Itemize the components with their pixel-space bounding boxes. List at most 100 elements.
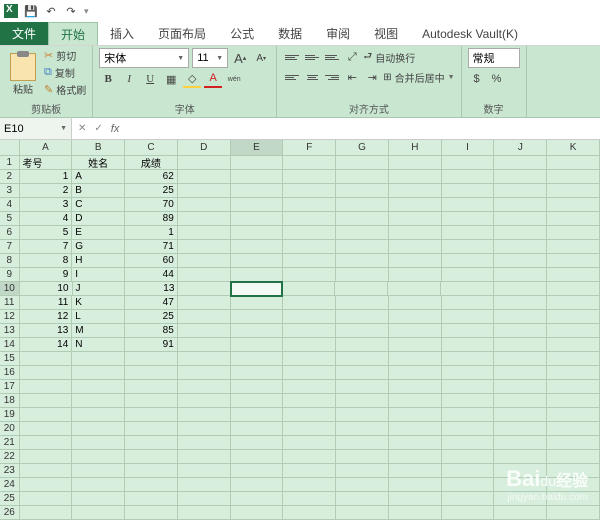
- cell-A21[interactable]: [20, 436, 73, 450]
- cell-F1[interactable]: [283, 156, 336, 170]
- cell-D18[interactable]: [178, 394, 231, 408]
- cell-B21[interactable]: [72, 436, 125, 450]
- cell-E15[interactable]: [231, 352, 284, 366]
- cell-D21[interactable]: [178, 436, 231, 450]
- cell-G20[interactable]: [336, 422, 389, 436]
- select-all-corner[interactable]: [0, 140, 20, 156]
- cell-I20[interactable]: [442, 422, 495, 436]
- cell-G22[interactable]: [336, 450, 389, 464]
- cell-K13[interactable]: [547, 324, 600, 338]
- cell-J17[interactable]: [494, 380, 547, 394]
- cell-E25[interactable]: [231, 492, 284, 506]
- cell-C1[interactable]: 成绩: [125, 156, 178, 170]
- cell-F5[interactable]: [283, 212, 336, 226]
- cell-B26[interactable]: [72, 506, 125, 520]
- col-header-K[interactable]: K: [547, 140, 600, 156]
- cell-H19[interactable]: [389, 408, 442, 422]
- cell-E18[interactable]: [231, 394, 284, 408]
- percent-format-button[interactable]: %: [488, 70, 506, 88]
- cell-F17[interactable]: [283, 380, 336, 394]
- cell-D5[interactable]: [178, 212, 231, 226]
- cell-D22[interactable]: [178, 450, 231, 464]
- cell-B2[interactable]: A: [72, 170, 125, 184]
- cell-I13[interactable]: [442, 324, 495, 338]
- cell-C19[interactable]: [125, 408, 178, 422]
- cell-I8[interactable]: [442, 254, 495, 268]
- cell-I14[interactable]: [442, 338, 495, 352]
- row-header-2[interactable]: 2: [0, 170, 20, 184]
- cell-F18[interactable]: [283, 394, 336, 408]
- cell-A1[interactable]: 考号: [20, 156, 73, 170]
- cell-A20[interactable]: [20, 422, 73, 436]
- row-header-21[interactable]: 21: [0, 436, 20, 450]
- cell-J18[interactable]: [494, 394, 547, 408]
- undo-icon[interactable]: ↶: [44, 4, 58, 18]
- cell-G5[interactable]: [336, 212, 389, 226]
- cell-E22[interactable]: [231, 450, 284, 464]
- cell-D2[interactable]: [178, 170, 231, 184]
- cell-C25[interactable]: [125, 492, 178, 506]
- cell-J19[interactable]: [494, 408, 547, 422]
- align-top-button[interactable]: [283, 49, 301, 65]
- cell-H11[interactable]: [389, 296, 442, 310]
- cell-B14[interactable]: N: [72, 338, 125, 352]
- col-header-F[interactable]: F: [283, 140, 336, 156]
- cell-G13[interactable]: [336, 324, 389, 338]
- cell-A2[interactable]: 1: [20, 170, 73, 184]
- cell-K2[interactable]: [547, 170, 600, 184]
- cell-J20[interactable]: [494, 422, 547, 436]
- cell-B5[interactable]: D: [72, 212, 125, 226]
- cell-F7[interactable]: [283, 240, 336, 254]
- col-header-B[interactable]: B: [72, 140, 125, 156]
- cell-A5[interactable]: 4: [20, 212, 73, 226]
- cell-K17[interactable]: [547, 380, 600, 394]
- cell-K11[interactable]: [547, 296, 600, 310]
- cell-G14[interactable]: [336, 338, 389, 352]
- row-header-11[interactable]: 11: [0, 296, 20, 310]
- cell-C9[interactable]: 44: [125, 268, 178, 282]
- col-header-A[interactable]: A: [20, 140, 73, 156]
- cell-F6[interactable]: [283, 226, 336, 240]
- cell-I2[interactable]: [442, 170, 495, 184]
- tab-formulas[interactable]: 公式: [218, 22, 266, 45]
- cell-J15[interactable]: [494, 352, 547, 366]
- cell-C5[interactable]: 89: [125, 212, 178, 226]
- cell-H5[interactable]: [389, 212, 442, 226]
- cell-A22[interactable]: [20, 450, 73, 464]
- cell-C21[interactable]: [125, 436, 178, 450]
- cell-K14[interactable]: [547, 338, 600, 352]
- cell-J2[interactable]: [494, 170, 547, 184]
- cell-H4[interactable]: [389, 198, 442, 212]
- cell-E3[interactable]: [231, 184, 284, 198]
- cell-F10[interactable]: [282, 282, 335, 296]
- cell-J5[interactable]: [494, 212, 547, 226]
- cell-F24[interactable]: [283, 478, 336, 492]
- cell-F9[interactable]: [283, 268, 336, 282]
- cell-E6[interactable]: [231, 226, 284, 240]
- cell-D11[interactable]: [178, 296, 231, 310]
- cell-F22[interactable]: [283, 450, 336, 464]
- cell-D9[interactable]: [178, 268, 231, 282]
- cell-K19[interactable]: [547, 408, 600, 422]
- cell-A25[interactable]: [20, 492, 73, 506]
- cell-H12[interactable]: [389, 310, 442, 324]
- cell-A6[interactable]: 5: [20, 226, 73, 240]
- cell-G24[interactable]: [336, 478, 389, 492]
- cell-D13[interactable]: [178, 324, 231, 338]
- cell-J11[interactable]: [494, 296, 547, 310]
- row-header-1[interactable]: 1: [0, 156, 20, 170]
- format-painter-button[interactable]: ✎格式刷: [44, 82, 86, 97]
- cell-B18[interactable]: [72, 394, 125, 408]
- cell-B20[interactable]: [72, 422, 125, 436]
- cell-B13[interactable]: M: [72, 324, 125, 338]
- cell-A15[interactable]: [20, 352, 73, 366]
- cell-B16[interactable]: [72, 366, 125, 380]
- cell-D12[interactable]: [178, 310, 231, 324]
- wrap-text-button[interactable]: ⮐自动换行: [363, 49, 415, 66]
- cell-F15[interactable]: [283, 352, 336, 366]
- cell-D6[interactable]: [178, 226, 231, 240]
- cell-H1[interactable]: [389, 156, 442, 170]
- cell-J14[interactable]: [494, 338, 547, 352]
- cell-D14[interactable]: [178, 338, 231, 352]
- cell-B22[interactable]: [72, 450, 125, 464]
